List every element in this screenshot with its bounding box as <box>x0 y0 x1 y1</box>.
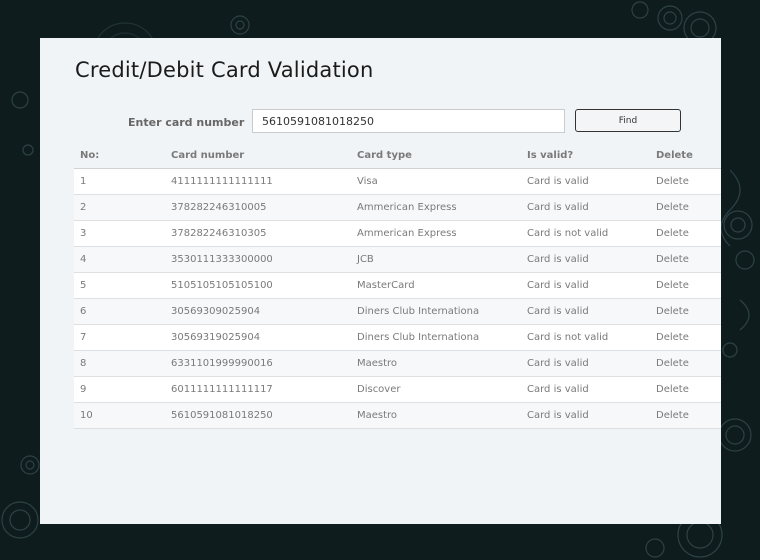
header-delete: Delete <box>656 150 693 161</box>
card-number-cell: 4111111111111111 <box>171 176 273 187</box>
validity-cell: Card is valid <box>527 410 589 421</box>
card-number-cell: 6011111111111117 <box>171 384 273 395</box>
card-number-label: Enter card number <box>128 116 245 129</box>
card-type-cell: Diners Club Internationa <box>357 332 480 343</box>
row-number: 2 <box>80 202 87 213</box>
card-type-cell: Visa <box>357 176 378 187</box>
validity-cell: Card is valid <box>527 384 589 395</box>
row-number: 6 <box>80 306 87 317</box>
validity-cell: Card is valid <box>527 176 589 187</box>
validity-cell: Card is valid <box>527 358 589 369</box>
delete-link[interactable]: Delete <box>656 325 689 350</box>
card-number-cell: 3530111333300000 <box>171 254 273 265</box>
card-number-cell: 30569319025904 <box>171 332 261 343</box>
header-card-type: Card type <box>357 150 412 161</box>
delete-link[interactable]: Delete <box>656 169 689 194</box>
card-number-cell: 378282246310005 <box>171 202 267 213</box>
table-row: 10 5610591081018250 Maestro Card is valid De… <box>74 403 721 429</box>
validity-cell: Card is not valid <box>527 228 609 239</box>
card-number-input[interactable] <box>252 109 565 133</box>
table-row: 9 6011111111111117 Discover Card is valid De… <box>74 377 721 403</box>
table-row: 8 6331101999990016 Maestro Card is valid Del… <box>74 351 721 377</box>
delete-link[interactable]: Delete <box>656 273 689 298</box>
table-header-row: No: Card number Card type Is valid? Dele… <box>74 146 721 169</box>
row-number: 8 <box>80 358 87 369</box>
row-number: 4 <box>80 254 87 265</box>
validity-cell: Card is valid <box>527 202 589 213</box>
header-card-number: Card number <box>171 150 245 161</box>
main-panel: Credit/Debit Card Validation Enter card … <box>40 38 721 524</box>
row-number: 10 <box>80 410 93 421</box>
header-is-valid: Is valid? <box>527 150 574 161</box>
row-number: 7 <box>80 332 87 343</box>
delete-link[interactable]: Delete <box>656 221 689 246</box>
validity-cell: Card is valid <box>527 254 589 265</box>
row-number: 1 <box>80 176 87 187</box>
card-type-cell: Ammerican Express <box>357 202 457 213</box>
card-type-cell: Discover <box>357 384 401 395</box>
row-number: 9 <box>80 384 87 395</box>
page-title: Credit/Debit Card Validation <box>75 58 374 82</box>
row-number: 3 <box>80 228 87 239</box>
card-number-cell: 5105105105105100 <box>171 280 273 291</box>
table-row: 6 30569309025904 Diners Club Internationa C… <box>74 299 721 325</box>
cards-table: No: Card number Card type Is valid? Dele… <box>74 146 721 429</box>
card-type-cell: MasterCard <box>357 280 415 291</box>
card-number-cell: 6331101999990016 <box>171 358 273 369</box>
table-row: 3 378282246310305 Ammerican Express Card is… <box>74 221 721 247</box>
card-type-cell: JCB <box>357 254 374 265</box>
table-row: 1 4111111111111111 Visa Card is valid Delete <box>74 169 721 195</box>
validity-cell: Card is valid <box>527 280 589 291</box>
header-no: No: <box>80 150 100 161</box>
table-row: 5 5105105105105100 MasterCard Card is valid… <box>74 273 721 299</box>
card-number-cell: 30569309025904 <box>171 306 261 317</box>
card-type-cell: Maestro <box>357 358 398 369</box>
table-body: 1 4111111111111111 Visa Card is valid Delete… <box>74 169 721 429</box>
card-number-cell: 5610591081018250 <box>171 410 273 421</box>
table-row: 7 30569319025904 Diners Club Internationa C… <box>74 325 721 351</box>
delete-link[interactable]: Delete <box>656 403 689 428</box>
validity-cell: Card is valid <box>527 306 589 317</box>
card-type-cell: Ammerican Express <box>357 228 457 239</box>
delete-link[interactable]: Delete <box>656 299 689 324</box>
table-row: 4 3530111333300000 JCB Card is valid Delete <box>74 247 721 273</box>
card-type-cell: Maestro <box>357 410 398 421</box>
card-type-cell: Diners Club Internationa <box>357 306 480 317</box>
delete-link[interactable]: Delete <box>656 377 689 402</box>
validity-cell: Card is not valid <box>527 332 609 343</box>
card-number-cell: 378282246310305 <box>171 228 267 239</box>
table-row: 2 378282246310005 Ammerican Express Card is… <box>74 195 721 221</box>
delete-link[interactable]: Delete <box>656 247 689 272</box>
row-number: 5 <box>80 280 87 291</box>
delete-link[interactable]: Delete <box>656 351 689 376</box>
delete-link[interactable]: Delete <box>656 195 689 220</box>
find-button[interactable]: Find <box>575 109 681 132</box>
